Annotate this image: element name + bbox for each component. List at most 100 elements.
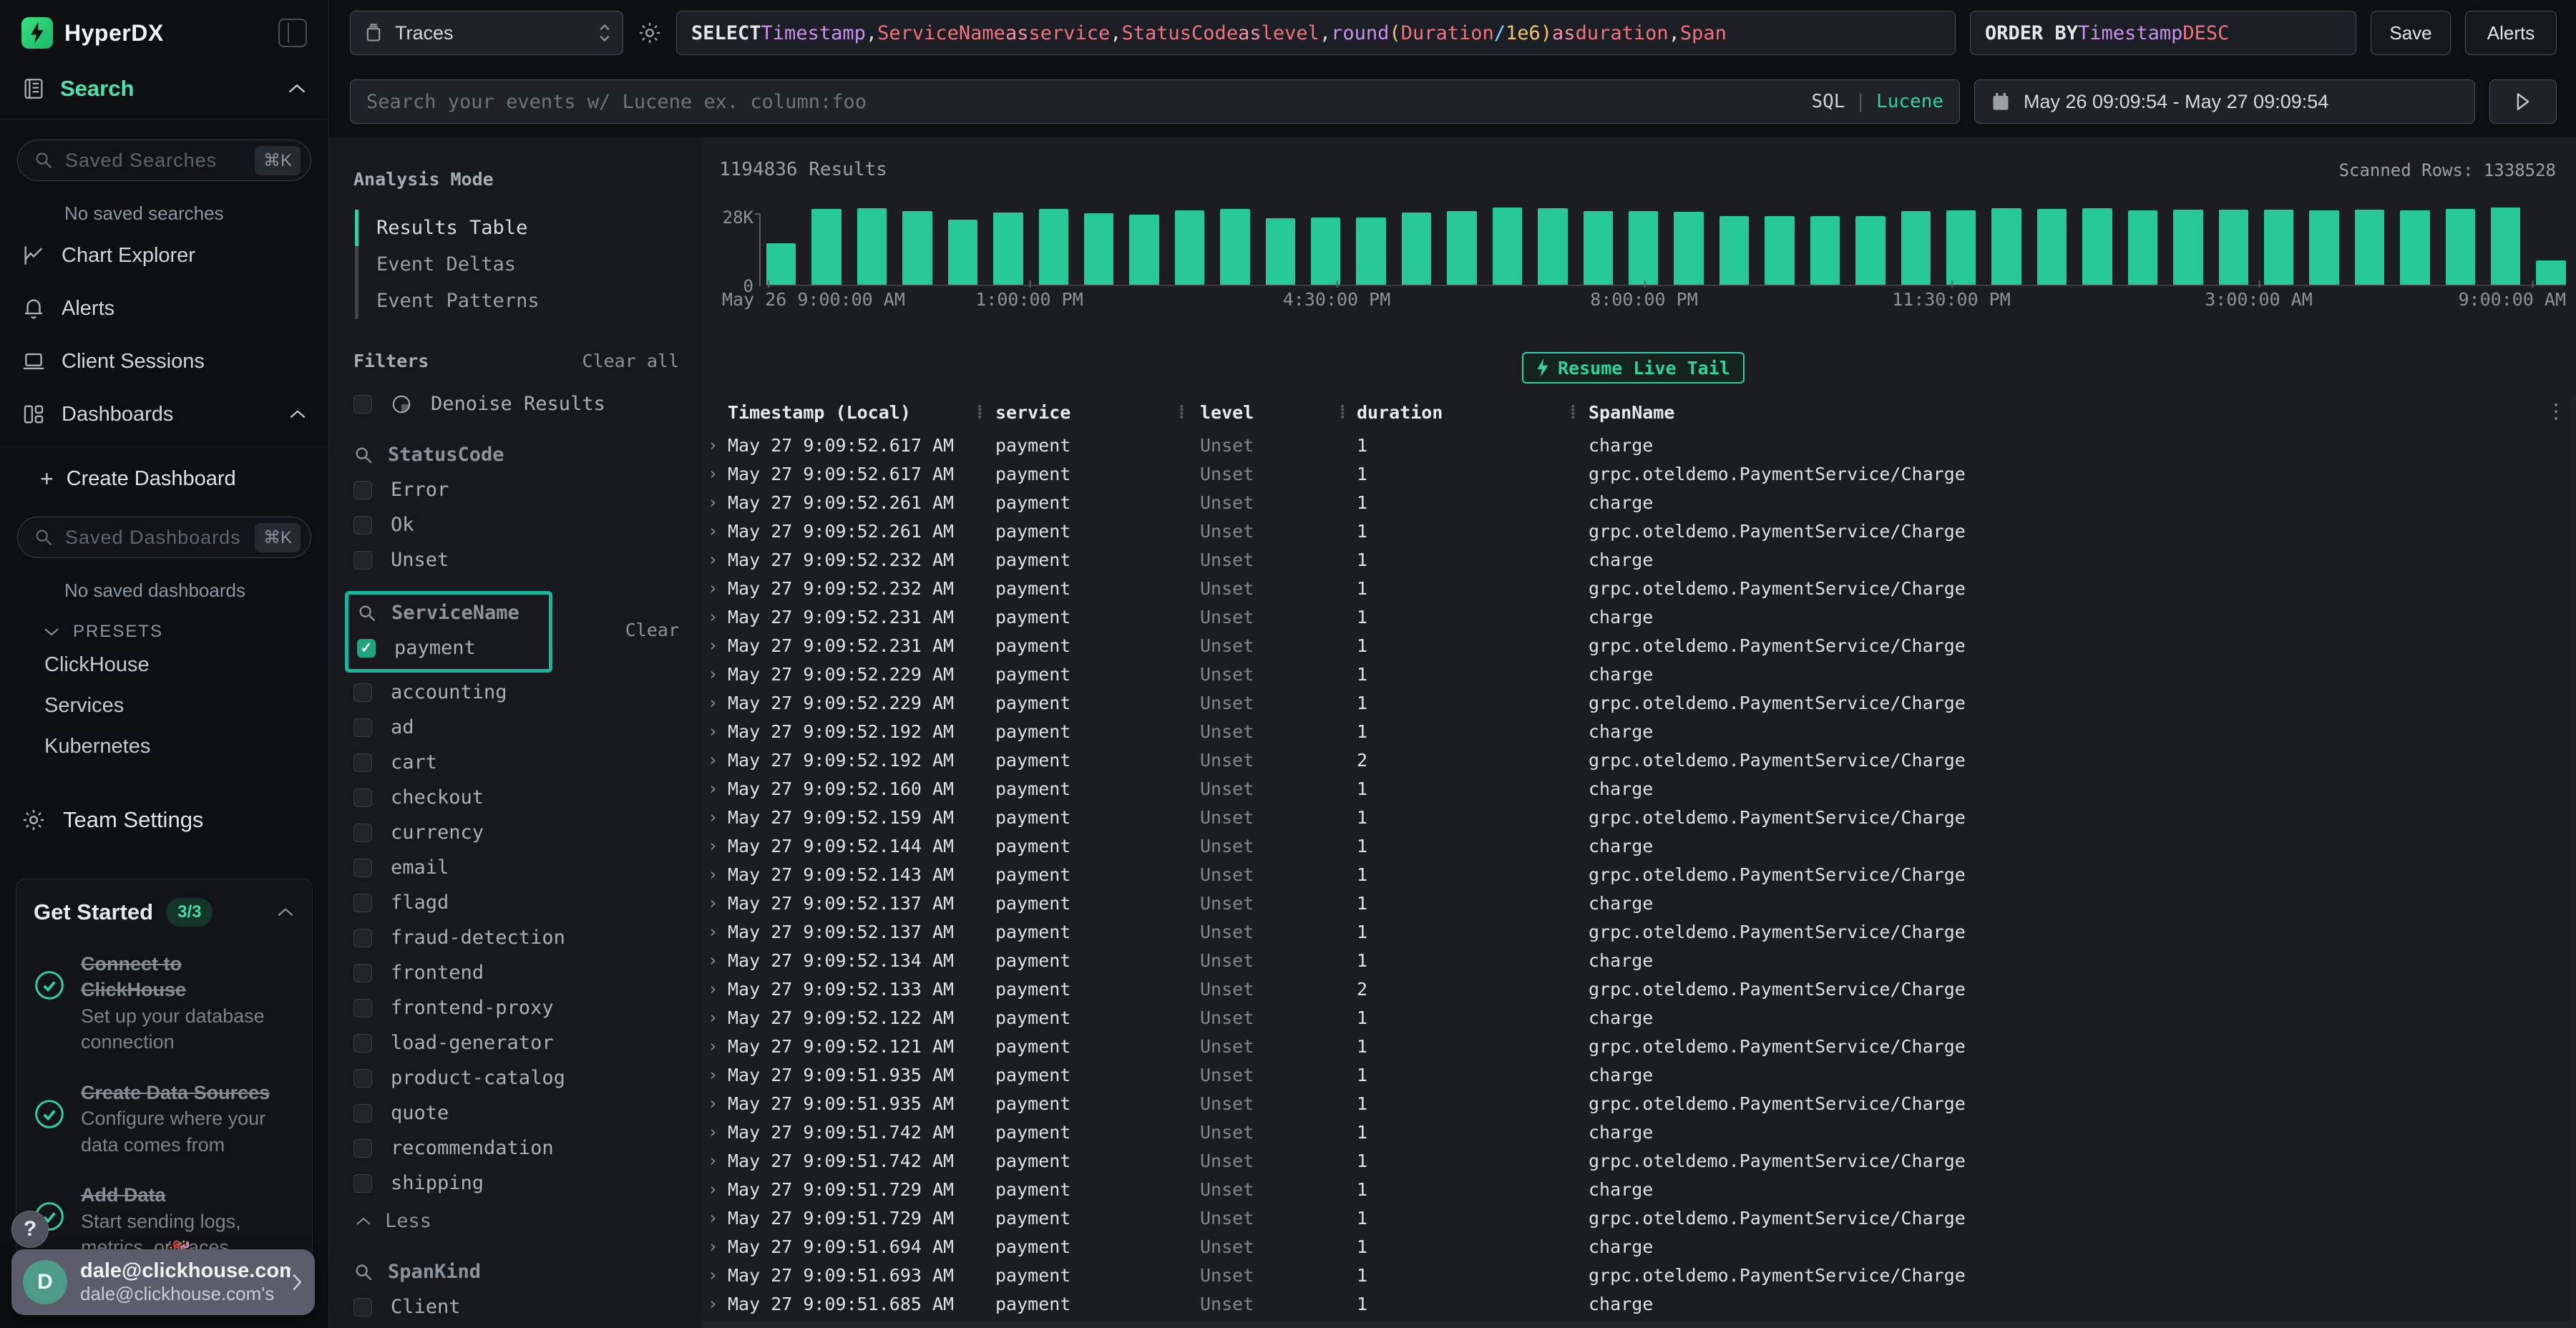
checkbox[interactable] (353, 551, 372, 570)
histogram-bar[interactable] (2400, 210, 2429, 285)
histogram-bar[interactable] (811, 209, 841, 285)
filter-option-checkout[interactable]: checkout (353, 786, 679, 809)
row-expand-icon[interactable]: › (708, 721, 728, 741)
checkbox[interactable] (353, 1298, 372, 1317)
table-row[interactable]: ›May 27 9:09:51.742 AMpaymentUnset1charg… (702, 1118, 2576, 1146)
row-expand-icon[interactable]: › (708, 521, 728, 541)
filter-option-shipping[interactable]: shipping (353, 1172, 679, 1194)
checkbox[interactable] (353, 824, 372, 842)
vertical-scrollbar[interactable] (2570, 396, 2576, 1328)
analysis-mode-results-table[interactable]: Results Table (353, 210, 679, 246)
table-options-icon[interactable]: ⋮ (2546, 399, 2566, 423)
table-row[interactable]: ›May 27 9:09:52.231 AMpaymentUnset1charg… (702, 602, 2576, 631)
table-row[interactable]: ›May 27 9:09:52.143 AMpaymentUnset1grpc.… (702, 860, 2576, 889)
chevron-up-icon[interactable] (276, 907, 295, 918)
filter-option-frontend[interactable]: frontend (353, 962, 679, 984)
table-row[interactable]: ›May 27 9:09:52.192 AMpaymentUnset2grpc.… (702, 746, 2576, 774)
checkbox[interactable] (353, 718, 372, 737)
column-duration[interactable]: duration (1340, 402, 1570, 423)
save-button[interactable]: Save (2371, 11, 2451, 55)
row-expand-icon[interactable]: › (708, 979, 728, 999)
table-row[interactable]: ›May 27 9:09:52.232 AMpaymentUnset1grpc.… (702, 574, 2576, 602)
filter-option-flagd[interactable]: flagd (353, 892, 679, 914)
row-expand-icon[interactable]: › (708, 1007, 728, 1027)
table-row[interactable]: ›May 27 9:09:51.935 AMpaymentUnset1grpc.… (702, 1089, 2576, 1118)
histogram-bar[interactable] (1493, 208, 1522, 285)
histogram-bar[interactable] (1584, 211, 1613, 285)
table-row[interactable]: ›May 27 9:09:52.137 AMpaymentUnset1grpc.… (702, 917, 2576, 946)
chevron-up-icon[interactable] (287, 82, 307, 95)
checkbox[interactable] (353, 1069, 372, 1088)
event-search-box[interactable]: SQL | Lucene (350, 79, 1960, 124)
histogram-bar[interactable] (1629, 211, 1658, 285)
table-row[interactable]: ›May 27 9:09:51.693 AMpaymentUnset1grpc.… (702, 1261, 2576, 1289)
row-expand-icon[interactable]: › (708, 1036, 728, 1056)
histogram-bar[interactable] (2536, 260, 2565, 285)
filter-option-client[interactable]: Client (353, 1296, 679, 1318)
filter-option-payment[interactable]: ✓ payment (357, 637, 539, 659)
histogram-bar[interactable] (2446, 209, 2475, 285)
table-row[interactable]: ›May 27 9:09:52.144 AMpaymentUnset1charg… (702, 831, 2576, 860)
row-expand-icon[interactable]: › (708, 435, 728, 455)
table-row[interactable]: ›May 27 9:09:51.729 AMpaymentUnset1charg… (702, 1175, 2576, 1204)
histogram-bar[interactable] (993, 213, 1023, 285)
row-expand-icon[interactable]: › (708, 1151, 728, 1171)
histogram-bar[interactable] (1855, 216, 1885, 285)
histogram-bar[interactable] (2264, 210, 2293, 285)
histogram-bar[interactable] (2082, 208, 2112, 285)
histogram-bar[interactable] (1266, 218, 1295, 285)
date-range-picker[interactable]: May 26 09:09:54 - May 27 09:09:54 (1974, 79, 2475, 124)
histogram-bar[interactable] (1129, 215, 1158, 285)
table-row[interactable]: ›May 27 9:09:52.231 AMpaymentUnset1grpc.… (702, 631, 2576, 660)
histogram-bar[interactable] (1901, 211, 1931, 285)
denoise-option[interactable]: Denoise Results (353, 393, 679, 415)
clear-link[interactable]: Clear (625, 620, 679, 640)
denoise-checkbox[interactable] (353, 395, 372, 414)
row-expand-icon[interactable]: › (708, 550, 728, 570)
saved-dashboards-input[interactable]: Saved Dashboards ⌘K (17, 517, 311, 558)
row-expand-icon[interactable]: › (708, 893, 728, 913)
table-row[interactable]: ›May 27 9:09:52.134 AMpaymentUnset1charg… (702, 946, 2576, 975)
row-expand-icon[interactable]: › (708, 836, 728, 856)
row-expand-icon[interactable]: › (708, 607, 728, 627)
run-query-button[interactable] (2489, 79, 2557, 124)
histogram-bar[interactable] (1402, 213, 1431, 285)
source-settings-button[interactable] (638, 21, 662, 45)
row-expand-icon[interactable]: › (708, 492, 728, 512)
filter-option-error[interactable]: Error (353, 479, 679, 501)
create-dashboard-button[interactable]: + Create Dashboard (0, 447, 328, 497)
histogram-bar[interactable] (1719, 216, 1749, 285)
column-service[interactable]: service (977, 402, 1179, 423)
mode-lucene[interactable]: Lucene (1876, 91, 1943, 112)
table-row[interactable]: ›May 27 9:09:52.137 AMpaymentUnset1charg… (702, 889, 2576, 917)
preset-clickhouse[interactable]: ClickHouse (0, 645, 328, 685)
table-row[interactable]: ›May 27 9:09:51.685 AMpaymentUnset1charg… (702, 1289, 2576, 1318)
search-input[interactable] (366, 91, 1811, 113)
get-started-item[interactable]: Create Data SourcesConfigure where your … (34, 1080, 295, 1158)
checkbox[interactable] (353, 788, 372, 807)
checkbox[interactable] (353, 1174, 372, 1193)
table-row[interactable]: ›May 27 9:09:52.617 AMpaymentUnset1grpc.… (702, 459, 2576, 488)
row-expand-icon[interactable]: › (708, 1236, 728, 1256)
filter-option-currency[interactable]: currency (353, 821, 679, 844)
histogram-bar[interactable] (766, 243, 796, 285)
checkbox[interactable] (353, 481, 372, 499)
filter-option-email[interactable]: email (353, 856, 679, 879)
checkbox[interactable] (353, 1139, 372, 1158)
histogram-bar[interactable] (1039, 209, 1068, 285)
filter-option-quote[interactable]: quote (353, 1102, 679, 1124)
mode-sql[interactable]: SQL (1811, 91, 1845, 112)
preset-services[interactable]: Services (0, 685, 328, 726)
table-row[interactable]: ›May 27 9:09:52.261 AMpaymentUnset1charg… (702, 488, 2576, 517)
row-expand-icon[interactable]: › (708, 1208, 728, 1228)
histogram-bar[interactable] (902, 211, 932, 285)
filter-option-ad[interactable]: ad (353, 716, 679, 738)
preset-kubernetes[interactable]: Kubernetes (0, 726, 328, 767)
histogram-bar[interactable] (2355, 210, 2384, 285)
sidebar-item-alerts[interactable]: Alerts (0, 282, 328, 335)
row-expand-icon[interactable]: › (708, 664, 728, 684)
table-row[interactable]: ›May 27 9:09:52.192 AMpaymentUnset1charg… (702, 717, 2576, 746)
source-select[interactable]: Traces (350, 11, 623, 55)
checkbox[interactable] (353, 999, 372, 1017)
filter-option-unset[interactable]: Unset (353, 549, 679, 571)
